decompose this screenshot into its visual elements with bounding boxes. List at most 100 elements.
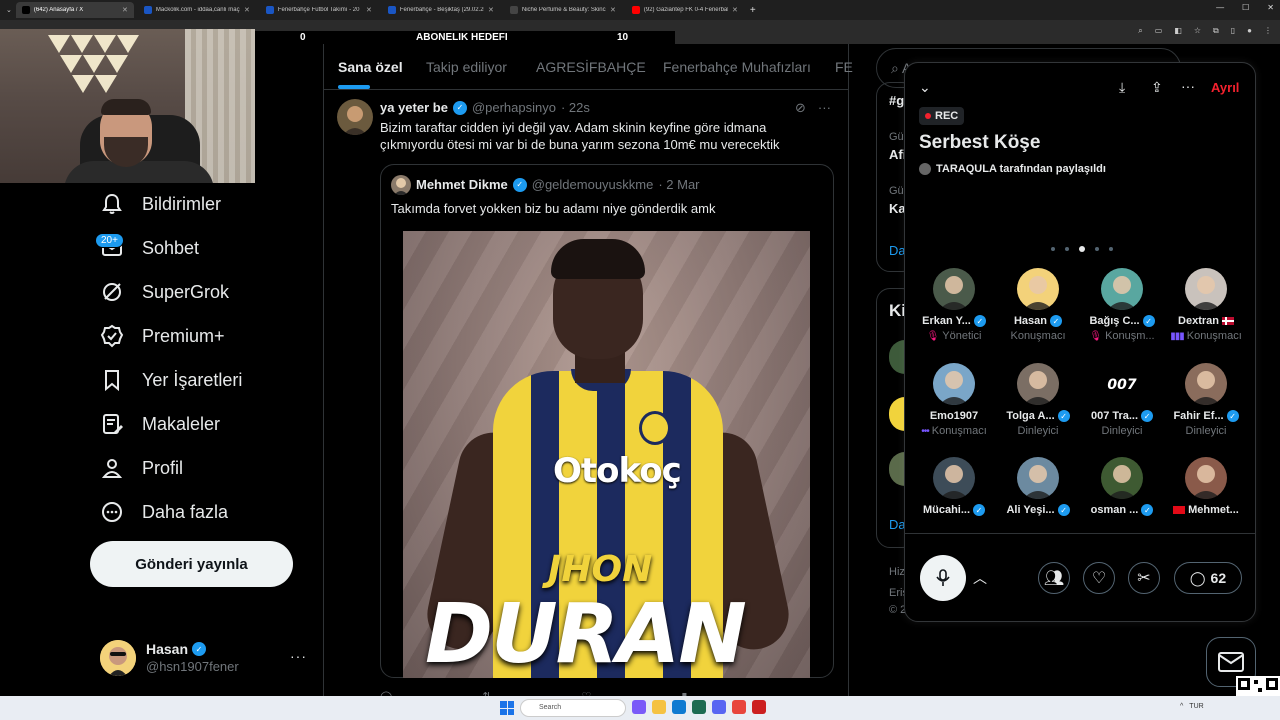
expand-chevron-icon[interactable]: ︿	[973, 568, 987, 588]
tweet-author-handle[interactable]: @perhapsinyo	[472, 100, 556, 115]
app-icon[interactable]	[632, 700, 646, 714]
tab-fenerbahce-muhafizlari[interactable]: Fenerbahçe Muhafızları	[663, 59, 811, 75]
chrome-icon[interactable]	[732, 700, 746, 714]
nav-item-profil[interactable]: Profil	[100, 456, 183, 480]
tab-close-icon[interactable]: ✕	[732, 6, 738, 14]
store-icon[interactable]	[692, 700, 706, 714]
browser-tab[interactable]: Niche Perfume & Beauty: Skinc ✕	[504, 2, 622, 18]
tab-close-icon[interactable]: ✕	[610, 6, 616, 14]
triangle-light-panel	[48, 35, 139, 93]
nav-item-supergrok[interactable]: SuperGrok	[100, 280, 229, 304]
space-participant[interactable]: Mücahi... ✓	[912, 457, 996, 516]
participants-button[interactable]: 👥︎	[1038, 562, 1070, 594]
tab-for-you[interactable]: Sana özel	[338, 59, 403, 75]
tab-list-icon[interactable]: ⌄	[6, 6, 12, 14]
account-avatar[interactable]	[100, 640, 136, 676]
react-button[interactable]: ♡	[1083, 562, 1115, 594]
taskbar-search[interactable]: Search	[520, 699, 626, 717]
participant-name: Mücahi... ✓	[912, 504, 996, 516]
browser-tab[interactable]: Fenerbahçe Futbol Takımı - 20 ✕	[260, 2, 378, 18]
windows-start-icon[interactable]	[500, 701, 514, 715]
nav-item-yer-i-şaretleri[interactable]: Yer İşaretleri	[100, 368, 242, 392]
carousel-dot[interactable]	[1051, 247, 1055, 251]
minimize-icon[interactable]: —	[1216, 3, 1224, 12]
space-participant[interactable]: Erkan Y... ✓ 🎙︎ Yönetici	[912, 268, 996, 342]
maximize-icon[interactable]: ☐	[1242, 3, 1249, 12]
browser-tab[interactable]: Mackolik.com - iddaa,canlı maç ✕	[138, 2, 256, 18]
envelope-icon	[1218, 652, 1244, 672]
carousel-dot[interactable]	[1065, 247, 1069, 251]
bookmark-star-icon[interactable]: ☆	[1194, 26, 1201, 36]
folder-icon[interactable]	[652, 700, 666, 714]
participant-role-text: Dinleyici	[1101, 425, 1143, 437]
zoom-icon[interactable]: ⌕	[1138, 26, 1142, 36]
space-participant[interactable]: Ali Yeşi... ✓	[996, 457, 1080, 516]
tweet-more-icon[interactable]: ···	[818, 100, 831, 116]
participant-avatar	[1185, 363, 1227, 405]
profile-icon[interactable]: ●	[1247, 26, 1252, 36]
new-tab-button[interactable]: +	[750, 5, 756, 16]
space-participant[interactable]: 007 007 Tra... ✓ Dinleyici	[1080, 363, 1164, 437]
browser-menu-icon[interactable]: ⋮	[1264, 26, 1272, 36]
browser-tab[interactable]: (642) Anasayfa / X ✕	[15, 2, 134, 18]
space-participant[interactable]: Mehmet...	[1164, 457, 1248, 516]
collapse-chevron-icon[interactable]: ⌄	[919, 79, 931, 96]
tweet-author-avatar[interactable]	[337, 99, 373, 135]
app-icon-2[interactable]	[752, 700, 766, 714]
nav-item-daha-fazla[interactable]: Daha fazla	[100, 500, 228, 524]
comments-button[interactable]: ◯ 62	[1174, 562, 1242, 594]
tab-agresifbahce[interactable]: AGRESİFBAHÇE	[536, 59, 646, 75]
verified-icon: ✓	[1142, 315, 1155, 327]
space-participant[interactable]: Dextran ▮▮▮ Konuşmacı	[1164, 268, 1248, 342]
nav-item-premium-[interactable]: Premium+	[100, 324, 225, 348]
tray-up-icon[interactable]: ^	[1180, 703, 1183, 710]
edge-icon[interactable]	[672, 700, 686, 714]
space-participant[interactable]: Fahir Ef... ✓ Dinleyici	[1164, 363, 1248, 437]
participant-name-text: 007 Tra...	[1090, 410, 1139, 422]
discord-icon[interactable]	[712, 700, 726, 714]
mic-button[interactable]	[920, 555, 966, 601]
tab-following[interactable]: Takip ediliyor	[426, 59, 507, 75]
tab-title: Fenerbahçe - Beşiktaş (29.02.20	[399, 7, 484, 13]
close-window-icon[interactable]: ✕	[1267, 3, 1274, 12]
carousel-dot[interactable]	[1095, 247, 1099, 251]
tab-fe[interactable]: FE	[835, 59, 853, 75]
tweet-time[interactable]: · 22s	[561, 100, 590, 115]
trend-tag[interactable]: #g	[889, 93, 904, 108]
verified-icon: ✓	[1057, 410, 1070, 422]
space-participant[interactable]: Emo1907 ••• Konuşmacı	[912, 363, 996, 437]
clip-button[interactable]: ✂	[1128, 562, 1160, 594]
player-poster-image[interactable]: Otokoç JHON DURAN	[403, 231, 810, 678]
participant-role: 🎙︎ Konuşm...	[1080, 330, 1164, 342]
cast-icon[interactable]: ▭	[1155, 26, 1163, 36]
browser-tab[interactable]: Fenerbahçe - Beşiktaş (29.02.20 ✕	[382, 2, 500, 18]
space-participant[interactable]: Hasan ✓ Konuşmacı	[996, 268, 1080, 342]
minimize-space-icon[interactable]: ⤓	[1119, 79, 1125, 96]
post-button[interactable]: Gönderi yayınla	[90, 541, 293, 587]
browser-tab[interactable]: (92) Gaziantep FK 0-4 Fenerbah ✕	[626, 2, 744, 18]
nav-item-bildirimler[interactable]: Bildirimler	[100, 192, 221, 216]
tab-close-icon[interactable]: ✕	[488, 6, 494, 14]
nav-item-makaleler[interactable]: Makaleler	[100, 412, 220, 436]
space-participant[interactable]: Bağış C... ✓ 🎙︎ Konuşm...	[1080, 268, 1164, 342]
tab-close-icon[interactable]: ✕	[244, 6, 250, 14]
leave-space-button[interactable]: Ayrıl	[1211, 80, 1239, 95]
extensions-icon[interactable]: ⧉	[1213, 26, 1219, 36]
translate-icon[interactable]: ◧	[1174, 26, 1182, 36]
carousel-dot-active[interactable]	[1079, 246, 1085, 252]
space-more-icon[interactable]: ···	[1181, 78, 1195, 94]
space-participant[interactable]: Tolga A... ✓ Dinleyici	[996, 363, 1080, 437]
tab-close-icon[interactable]: ✕	[366, 6, 372, 14]
carousel-dot[interactable]	[1109, 247, 1113, 251]
tab-close-icon[interactable]: ✕	[122, 6, 128, 14]
space-participant[interactable]: osman ... ✓	[1080, 457, 1164, 516]
nav-item-label: Makaleler	[142, 413, 221, 434]
share-icon[interactable]: ⇪	[1151, 79, 1163, 96]
language-indicator[interactable]: TUR	[1189, 703, 1203, 710]
account-more-icon[interactable]: ···	[290, 648, 307, 664]
grok-icon[interactable]: ⊘	[795, 100, 806, 116]
nav-item-label: Bildirimler	[142, 193, 222, 214]
sidepanel-icon[interactable]: ▯	[1231, 26, 1235, 36]
tweet-author-name[interactable]: ya yeter be	[380, 100, 448, 115]
account-name[interactable]: Hasan ✓	[146, 641, 207, 657]
